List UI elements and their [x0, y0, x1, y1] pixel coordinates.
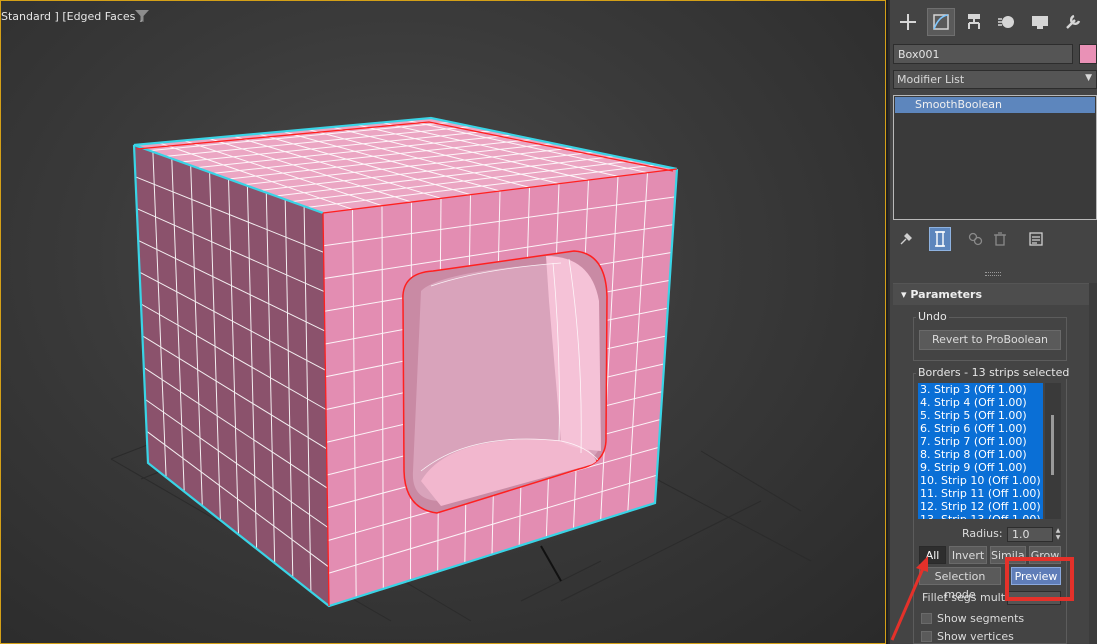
show-segments-label: Show segments — [937, 612, 1025, 625]
modifier-stack[interactable]: SmoothBoolean — [893, 95, 1097, 220]
motion-icon — [998, 16, 1014, 28]
collapse-triangle-icon: ▾ — [901, 288, 907, 301]
strip-list-item[interactable]: 8. Strip 8 (Off 1.00) — [918, 448, 1043, 461]
scene-canvas[interactable] — [1, 1, 886, 644]
strips-scrollbar[interactable] — [1045, 383, 1061, 519]
chevron-down-icon: ▼ — [1085, 73, 1092, 83]
strip-list-item[interactable]: 12. Strip 12 (Off 1.00) — [918, 500, 1043, 513]
tab-display[interactable] — [1026, 8, 1054, 36]
tab-modify[interactable] — [927, 8, 955, 36]
modifier-list-dropdown[interactable]: Modifier List ▼ — [893, 70, 1097, 89]
panel-scrollbar[interactable] — [1089, 283, 1097, 644]
filter-icon[interactable] — [135, 10, 149, 22]
show-vertices-label: Show vertices — [937, 630, 1014, 643]
highlight-box — [1005, 557, 1074, 601]
strip-list-item[interactable]: 13. Strip 13 (Off 1.00) — [918, 513, 1043, 519]
strip-list-item[interactable]: 7. Strip 7 (Off 1.00) — [918, 435, 1043, 448]
stack-toolbar — [893, 227, 1053, 253]
radius-label: Radius: — [962, 527, 1003, 540]
strip-list-item[interactable]: 10. Strip 10 (Off 1.00) — [918, 474, 1043, 487]
strip-list-item[interactable]: 3. Strip 3 (Off 1.00) — [918, 383, 1043, 396]
wrench-icon — [1066, 14, 1081, 29]
undo-group-title: Undo — [916, 310, 949, 323]
perspective-viewport[interactable]: Standard ] [Edged Faces ] — [0, 0, 886, 644]
strip-list-item[interactable]: 5. Strip 5 (Off 1.00) — [918, 409, 1043, 422]
plus-icon — [900, 14, 916, 30]
show-end-result-icon[interactable] — [929, 227, 951, 251]
remove-modifier-icon[interactable] — [989, 227, 1011, 251]
viewport-label[interactable]: Standard ] [Edged Faces ] — [1, 10, 143, 23]
object-color-swatch[interactable] — [1079, 44, 1097, 64]
command-panel-tabs — [894, 8, 1094, 38]
make-unique-icon[interactable] — [965, 227, 987, 251]
rollout-title: Parameters — [910, 288, 983, 301]
display-monitor-icon — [1032, 16, 1048, 29]
annotation-arrow-icon — [890, 556, 928, 641]
pin-stack-icon[interactable] — [895, 227, 917, 251]
radius-input[interactable]: 1.0 — [1007, 527, 1053, 542]
modifier-list-label: Modifier List — [897, 73, 965, 86]
tab-create[interactable] — [894, 8, 922, 36]
hierarchy-icon — [968, 14, 980, 29]
invert-selection-button[interactable]: Invert — [949, 546, 987, 564]
borders-group-title: Borders - 13 strips selected — [916, 366, 1072, 379]
tab-utilities[interactable] — [1059, 8, 1087, 36]
modify-curve-icon — [933, 14, 949, 30]
configure-sets-icon[interactable] — [1025, 227, 1047, 251]
tab-hierarchy[interactable] — [960, 8, 988, 36]
parameters-rollout-header[interactable]: ▾ Parameters — [893, 283, 1097, 305]
hole-interior — [412, 256, 601, 506]
strip-list-item[interactable]: 6. Strip 6 (Off 1.00) — [918, 422, 1043, 435]
scrollbar-thumb[interactable] — [1051, 415, 1054, 475]
strip-list-item[interactable]: 9. Strip 9 (Off 1.00) — [918, 461, 1043, 474]
object-name-field[interactable]: Box001 — [893, 44, 1073, 64]
modifier-stack-item[interactable]: SmoothBoolean — [895, 97, 1095, 113]
strip-list-item[interactable]: 11. Strip 11 (Off 1.00) — [918, 487, 1043, 500]
cube-left-face — [134, 145, 329, 606]
panel-resize-grip[interactable] — [985, 272, 1001, 276]
tab-motion[interactable] — [993, 8, 1021, 36]
radius-spinner[interactable]: ▲ ▼ — [1054, 527, 1062, 542]
strips-listbox[interactable]: 3. Strip 3 (Off 1.00) 4. Strip 4 (Off 1.0… — [918, 383, 1043, 519]
revert-to-proboolean-button[interactable]: Revert to ProBoolean — [919, 330, 1061, 350]
strip-list-item[interactable]: 4. Strip 4 (Off 1.00) — [918, 396, 1043, 409]
